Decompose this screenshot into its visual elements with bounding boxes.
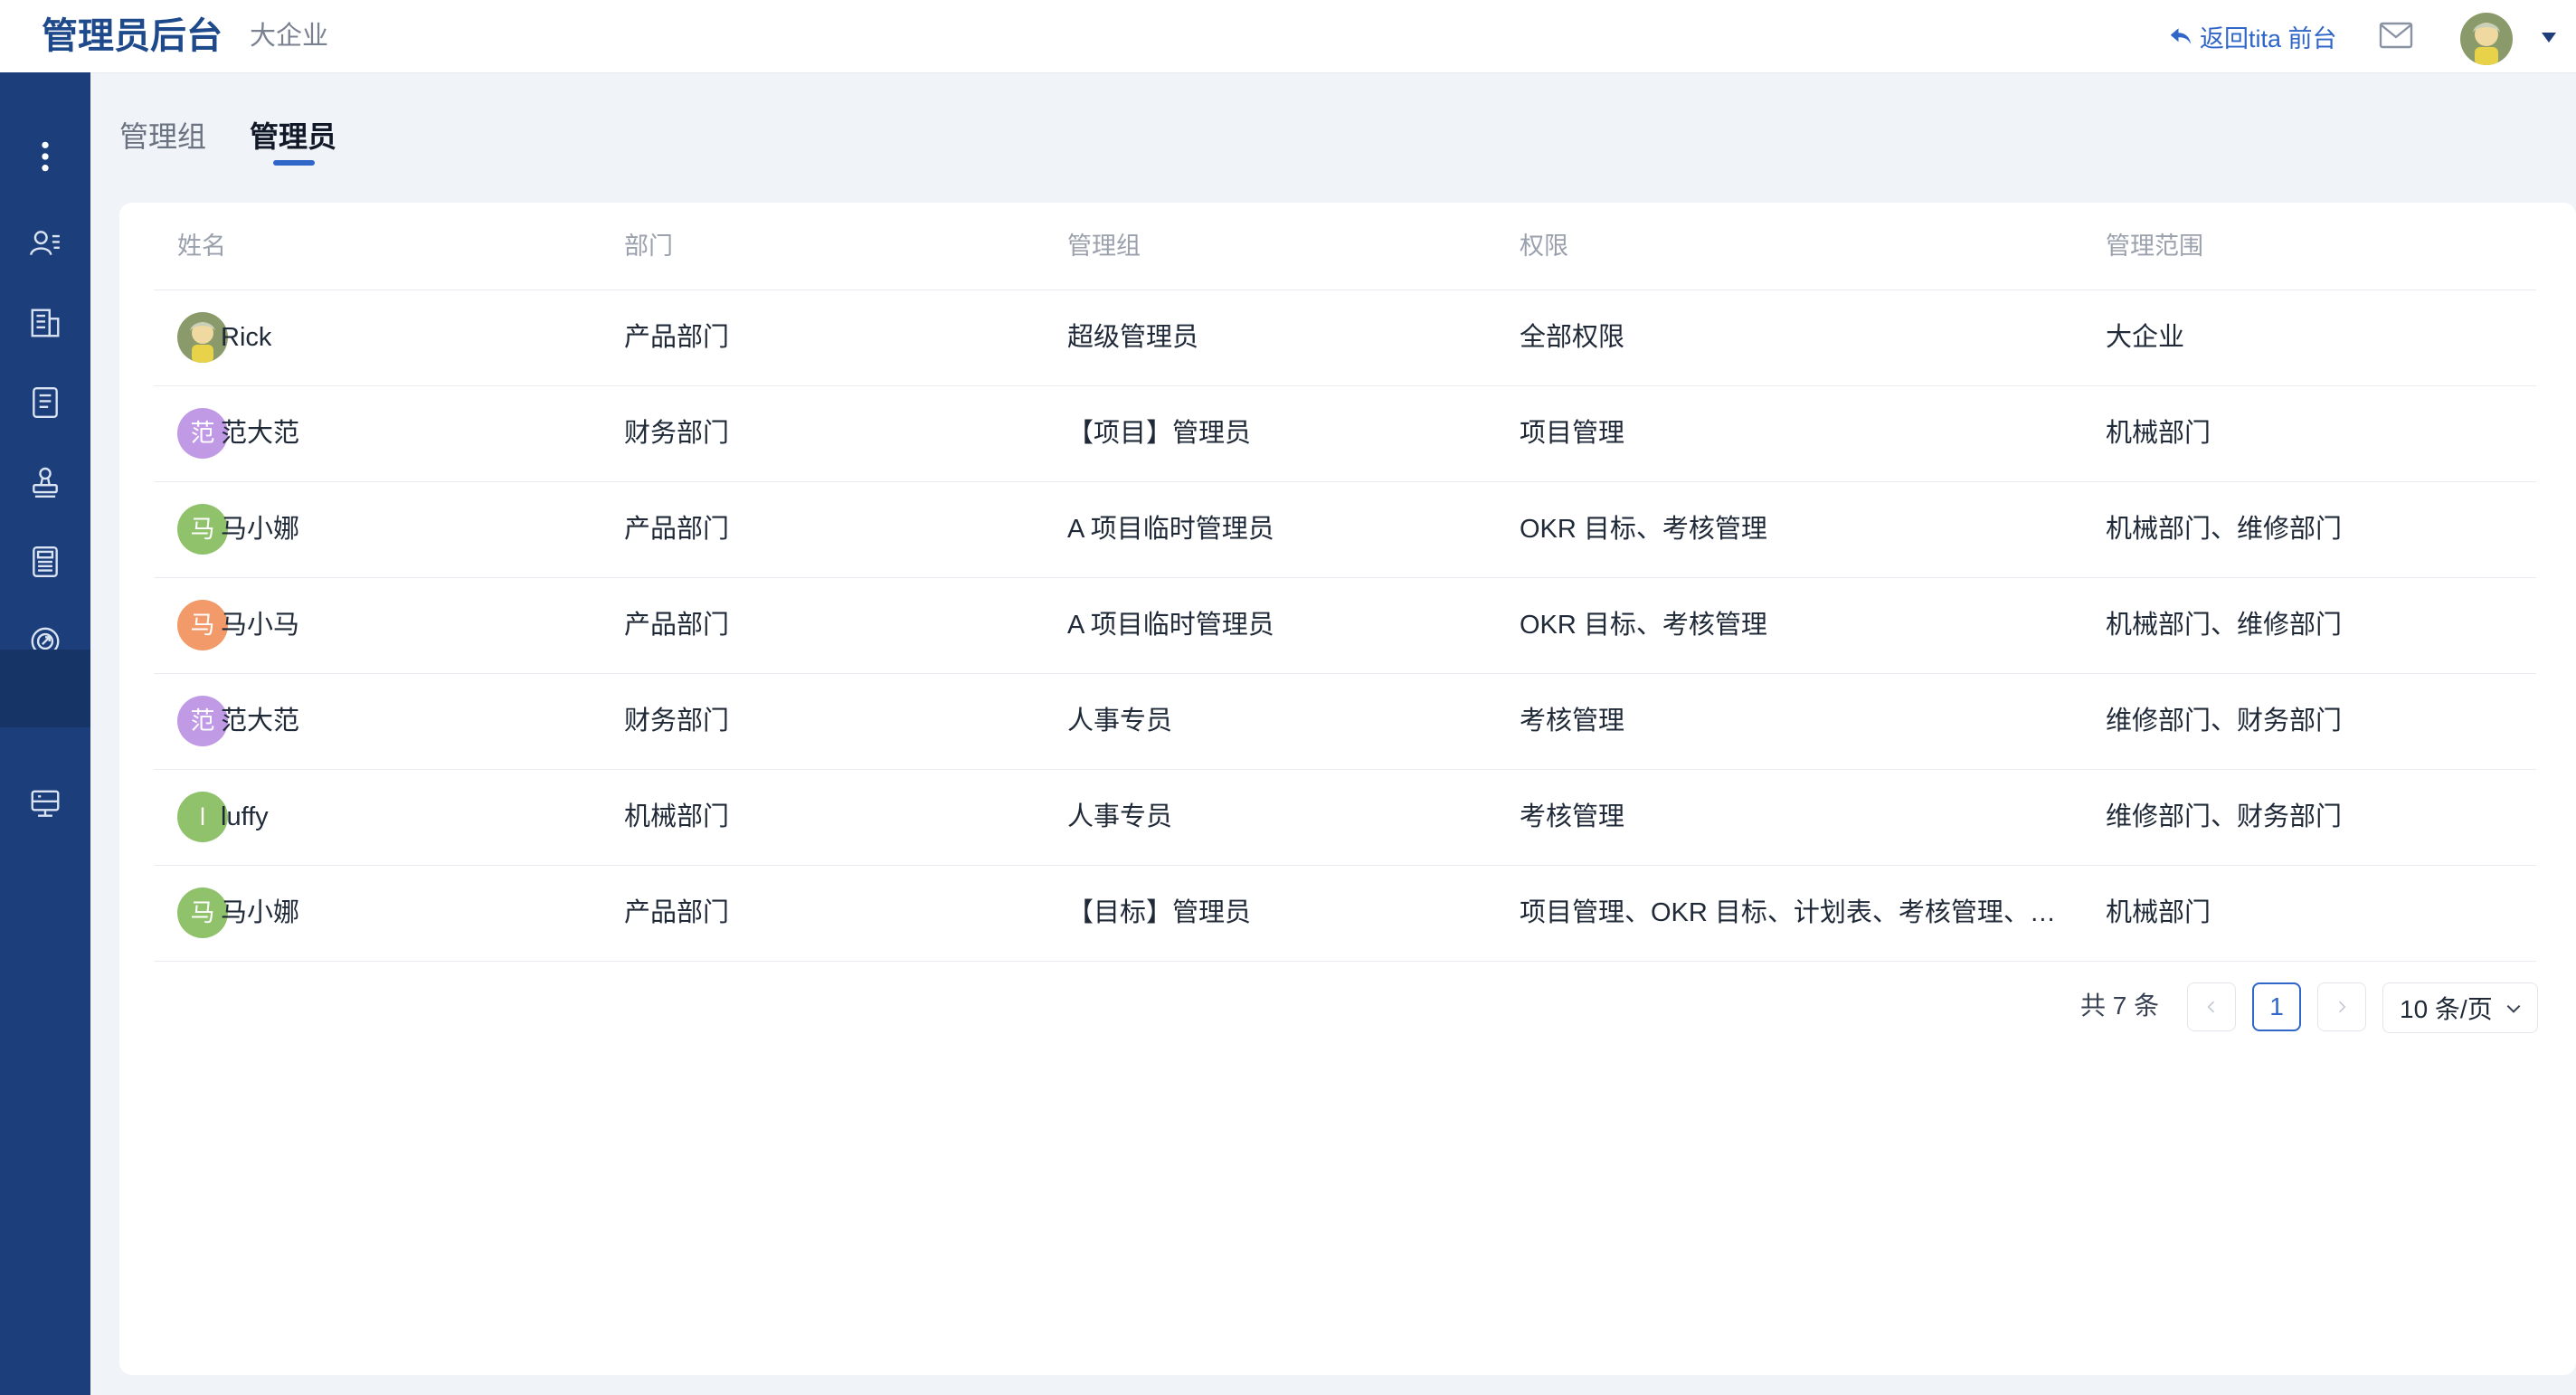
cell-permission: OKR 目标、考核管理 <box>1520 611 1767 640</box>
cell-scope: 机械部门、维修部门 <box>2106 515 2343 544</box>
active-tab-indicator <box>273 160 315 166</box>
sidebar-item-reports[interactable] <box>0 523 90 601</box>
cell-permission: 考核管理 <box>1520 707 1625 735</box>
news-icon <box>33 546 58 578</box>
stamp-icon <box>33 467 58 498</box>
table-row[interactable]: Rick 产品部门 超级管理员 全部权限 大企业 <box>154 289 2536 386</box>
page-size-select[interactable]: 10 条/页 <box>2382 982 2538 1033</box>
page-1-button[interactable]: 1 <box>2252 982 2301 1031</box>
table-row[interactable]: 马马小娜 产品部门 【目标】管理员 项目管理、OKR 目标、计划表、考核管理、… 机械部… <box>154 865 2536 962</box>
table-row[interactable]: 马马小马 产品部门 A 项目临时管理员 OKR 目标、考核管理 机械部门、维修部门 <box>154 577 2536 674</box>
monitor-icon <box>31 790 60 817</box>
cell-scope: 维修部门、财务部门 <box>2106 802 2343 831</box>
tab-admins[interactable]: 管理员 <box>250 110 336 163</box>
cell-permission: OKR 目标、考核管理 <box>1520 515 1767 544</box>
table-row[interactable]: 马马小娜 产品部门 A 项目临时管理员 OKR 目标、考核管理 机械部门、维修部门 <box>154 481 2536 578</box>
cell-group: 人事专员 <box>1067 802 1173 831</box>
sidebar <box>0 72 90 1395</box>
chevron-down-icon <box>2506 1004 2521 1013</box>
cell-dept: 财务部门 <box>624 419 730 448</box>
column-header-scope: 管理范围 <box>2106 232 2203 260</box>
cell-dept: 产品部门 <box>624 515 730 544</box>
mail-icon[interactable] <box>2379 20 2413 51</box>
cell-name: 范大范 <box>221 419 300 448</box>
chevron-right-icon <box>2338 1001 2346 1013</box>
cell-dept: 产品部门 <box>624 611 730 640</box>
table-row[interactable]: l luffy 机械部门 人事专员 考核管理 维修部门、财务部门 <box>154 769 2536 866</box>
cell-name: 范大范 <box>221 707 300 735</box>
cell-group: A 项目临时管理员 <box>1067 515 1274 544</box>
column-header-group: 管理组 <box>1067 232 1141 260</box>
cell-permission: 考核管理 <box>1520 802 1625 831</box>
sidebar-item-settings[interactable] <box>0 765 90 843</box>
cell-group: 【项目】管理员 <box>1067 419 1252 448</box>
prev-page-button[interactable] <box>2187 982 2236 1031</box>
user-avatar[interactable] <box>2460 13 2513 65</box>
users-list-icon <box>29 231 60 256</box>
cell-group: 【目标】管理员 <box>1067 898 1252 927</box>
table-header: 姓名 部门 管理组 权限 管理范围 <box>154 203 2536 290</box>
sidebar-item-admin[interactable] <box>0 650 90 727</box>
back-to-frontend-link[interactable]: 返回tita 前台 <box>2167 18 2337 54</box>
cell-dept: 财务部门 <box>624 707 730 735</box>
column-header-permission: 权限 <box>1520 232 1568 260</box>
column-header-name: 姓名 <box>177 232 226 260</box>
cell-group: 人事专员 <box>1067 707 1173 735</box>
document-icon <box>33 386 58 419</box>
cell-name: Rick <box>221 323 272 352</box>
reply-arrow-icon <box>2170 28 2192 44</box>
column-header-dept: 部门 <box>624 232 673 260</box>
top-bar: 管理员后台 大企业 返回tita 前台 <box>0 0 2576 72</box>
app-title: 管理员后台 <box>42 16 223 56</box>
page-size-value: 10 条/页 <box>2400 995 2493 1023</box>
cell-name: 马小娜 <box>221 898 300 927</box>
sidebar-item-org[interactable] <box>0 284 90 362</box>
chevron-left-icon <box>2207 1001 2215 1013</box>
tab-admin-groups[interactable]: 管理组 <box>119 110 206 163</box>
cell-group: 超级管理员 <box>1067 323 1199 352</box>
sidebar-item-users[interactable] <box>0 204 90 282</box>
cell-dept: 产品部门 <box>624 898 730 927</box>
cell-scope: 机械部门、维修部门 <box>2106 611 2343 640</box>
cell-scope: 机械部门 <box>2106 898 2211 927</box>
more-vertical-icon <box>42 141 49 172</box>
caret-down-icon[interactable] <box>2542 33 2556 43</box>
table-row[interactable]: 范范大范 财务部门 人事专员 考核管理 维修部门、财务部门 <box>154 673 2536 770</box>
cell-permission: 全部权限 <box>1520 323 1625 352</box>
cell-name: luffy <box>221 802 269 831</box>
cell-dept: 产品部门 <box>624 323 730 352</box>
cell-scope: 维修部门、财务部门 <box>2106 707 2343 735</box>
next-page-button[interactable] <box>2317 982 2366 1031</box>
cell-scope: 机械部门 <box>2106 419 2211 448</box>
cell-dept: 机械部门 <box>624 802 730 831</box>
cell-group: A 项目临时管理员 <box>1067 611 1274 640</box>
cell-permission: 项目管理、OKR 目标、计划表、考核管理、… <box>1520 898 2056 927</box>
total-count: 共 7 条 <box>2080 992 2160 1020</box>
sidebar-item-more[interactable] <box>0 118 90 195</box>
org-name: 大企业 <box>250 22 329 51</box>
cell-name: 马小马 <box>221 611 300 640</box>
cell-name: 马小娜 <box>221 515 300 544</box>
building-icon <box>31 308 60 337</box>
sidebar-item-approval[interactable] <box>0 443 90 521</box>
sidebar-item-docs[interactable] <box>0 364 90 441</box>
back-link-label: 返回tita 前台 <box>2200 24 2337 52</box>
admin-console: 管理员后台 大企业 返回tita 前台 管理组 管理员 姓名 部门 管理组 权限… <box>0 0 2576 1395</box>
admin-table-card: 姓名 部门 管理组 权限 管理范围 Rick 产品部门 超级管理员 全部权限 大企业范范… <box>119 203 2576 1375</box>
table-row[interactable]: 范范大范 财务部门 【项目】管理员 项目管理 机械部门 <box>154 385 2536 482</box>
cell-permission: 项目管理 <box>1520 419 1625 448</box>
cell-scope: 大企业 <box>2106 323 2185 352</box>
